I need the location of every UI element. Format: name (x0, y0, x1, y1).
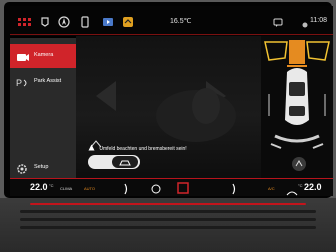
svg-text:P: P (16, 78, 22, 88)
mirror-icon[interactable] (40, 15, 50, 33)
ac-label[interactable]: A/C (268, 186, 275, 191)
warning-message: Umfeld beachten und bremsbereit sein! (88, 144, 187, 153)
vent-slat (20, 218, 316, 221)
sidebar-item-park-assist[interactable]: P Park Assist (10, 70, 76, 94)
phone-icon[interactable] (80, 15, 90, 33)
sidebar-item-label: Kamera (34, 52, 54, 58)
park-assist-toggle-icon[interactable] (291, 156, 307, 177)
status-divider (10, 34, 333, 35)
temp-left[interactable]: 22.0 (30, 182, 48, 192)
climate-bar: 22.0 °C CLIMA AUTO A/C °C 22.0 (10, 178, 333, 196)
sidebar-item-label: Park Assist (34, 78, 62, 84)
warning-icon (88, 144, 95, 153)
temp-right[interactable]: 22.0 (304, 182, 322, 192)
seat-heat-icon[interactable] (122, 182, 132, 196)
navigation-icon[interactable] (58, 15, 70, 33)
message-icon[interactable] (273, 15, 283, 33)
vent-slat (20, 210, 316, 213)
outside-temperature: 16.5℃ (170, 18, 192, 25)
top-view-panel (261, 36, 333, 180)
recirculation-icon[interactable] (286, 184, 298, 196)
infotainment-screen: 16.5℃ 11:08 Kamera P Park Assist Setup U… (10, 6, 333, 196)
car-front-icon (119, 160, 131, 166)
media-icon[interactable] (102, 15, 114, 33)
status-bar: 16.5℃ 11:08 (10, 6, 333, 36)
sidebar: Kamera P Park Assist Setup (10, 38, 76, 178)
sidebar-item-label: Setup (34, 164, 49, 170)
fan-icon[interactable] (150, 182, 162, 196)
apps-icon[interactable] (18, 15, 34, 33)
sidebar-item-setup[interactable]: Setup (10, 156, 76, 180)
camera-view: Umfeld beachten und bremsbereit sein! (76, 36, 261, 180)
seat-heat-right-icon[interactable] (230, 182, 240, 196)
dashboard-vents (0, 198, 336, 252)
screen-bezel: 16.5℃ 11:08 Kamera P Park Assist Setup U… (4, 2, 333, 198)
camera-icon (16, 50, 30, 68)
vent-slat (20, 226, 316, 229)
temp-left-unit: °C (49, 183, 54, 188)
warning-text: Umfeld beachten und bremsbereit sein! (99, 145, 187, 152)
settings-icon[interactable] (122, 15, 134, 33)
view-toggle[interactable] (88, 155, 140, 169)
temp-right-unit: °C (298, 183, 303, 188)
auto-label[interactable]: AUTO (84, 186, 95, 191)
ambient-light-strip (30, 203, 306, 205)
sidebar-item-kamera[interactable]: Kamera (10, 44, 76, 68)
park-assist-icon: P (16, 76, 30, 94)
view-toggle-knob (112, 156, 138, 168)
home-button[interactable] (176, 181, 190, 196)
clima-label[interactable]: CLIMA (60, 186, 72, 191)
clock: 11:08 (310, 17, 327, 24)
dot-icon (302, 15, 308, 33)
